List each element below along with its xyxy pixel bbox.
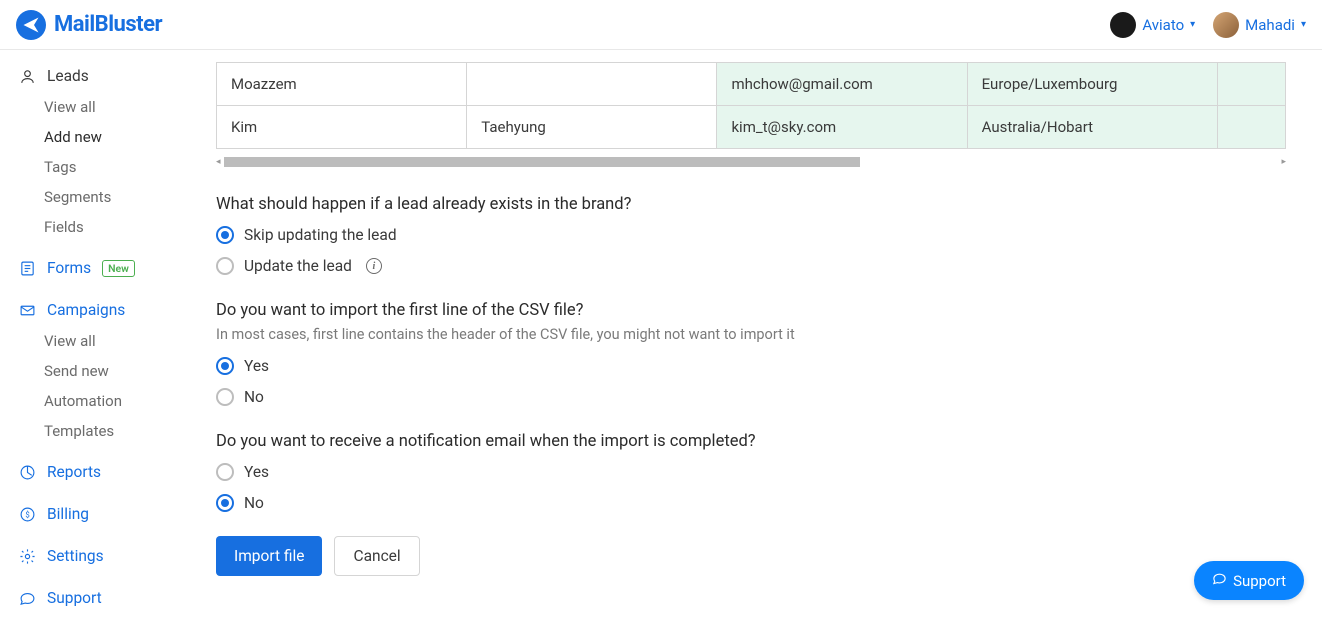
radio-icon — [216, 226, 234, 244]
sidebar-item-campaigns-automation[interactable]: Automation — [0, 386, 192, 416]
form-icon — [18, 259, 36, 277]
scrollbar-thumb[interactable] — [224, 157, 860, 167]
sidebar-item-leads-fields[interactable]: Fields — [0, 212, 192, 242]
brand-logo-icon — [16, 10, 46, 40]
radio-icon — [216, 388, 234, 406]
org-avatar — [1110, 12, 1136, 38]
sidebar-item-campaigns[interactable]: Campaigns — [0, 294, 192, 326]
question-existing-lead: What should happen if a lead already exi… — [216, 195, 1282, 275]
chart-icon — [18, 463, 36, 481]
chevron-down-icon: ▾ — [1190, 19, 1195, 30]
radio-label: Yes — [244, 357, 269, 375]
question-subtitle: In most cases, first line contains the h… — [216, 326, 1282, 343]
radio-notify-no[interactable]: No — [216, 494, 1282, 512]
radio-update-lead[interactable]: Update the lead i — [216, 257, 1282, 275]
radio-firstline-no[interactable]: No — [216, 388, 1282, 406]
sidebar-item-leads-addnew[interactable]: Add new — [0, 122, 192, 152]
brand-logo[interactable]: MailBluster — [16, 10, 162, 40]
user-name: Mahadi — [1245, 16, 1295, 34]
sidebar-label: Billing — [47, 505, 89, 523]
sidebar-item-campaigns-templates[interactable]: Templates — [0, 416, 192, 446]
sidebar-item-billing[interactable]: $ Billing — [0, 498, 192, 530]
cell: Taehyung — [467, 106, 717, 149]
org-switcher[interactable]: Aviato ▾ — [1110, 12, 1195, 38]
question-import-first-line: Do you want to import the first line of … — [216, 301, 1282, 406]
sidebar-label: Support — [47, 589, 102, 607]
radio-label: Yes — [244, 463, 269, 481]
org-name: Aviato — [1142, 16, 1184, 34]
sidebar-item-leads-viewall[interactable]: View all — [0, 92, 192, 122]
sidebar-label: Settings — [47, 547, 104, 565]
sidebar-item-campaigns-sendnew[interactable]: Send new — [0, 356, 192, 386]
envelope-icon — [18, 301, 36, 319]
sidebar-item-settings[interactable]: Settings — [0, 540, 192, 572]
horizontal-scrollbar[interactable]: ◂ ▸ — [216, 155, 1286, 169]
radio-label: Skip updating the lead — [244, 226, 397, 244]
sidebar: Leads View all Add new Tags Segments Fie… — [0, 50, 192, 620]
sidebar-item-campaigns-viewall[interactable]: View all — [0, 326, 192, 356]
import-file-button[interactable]: Import file — [216, 536, 322, 576]
cell: Moazzem — [217, 63, 467, 106]
sidebar-item-forms[interactable]: Forms New — [0, 252, 192, 284]
scroll-right-icon: ▸ — [1281, 157, 1286, 167]
radio-skip-update[interactable]: Skip updating the lead — [216, 226, 1282, 244]
radio-label: No — [244, 494, 264, 512]
user-avatar — [1213, 12, 1239, 38]
sidebar-label: Forms — [47, 259, 91, 277]
preview-table: Moazzem mhchow@gmail.com Europe/Luxembou… — [216, 62, 1286, 149]
dollar-icon: $ — [18, 505, 36, 523]
radio-icon — [216, 357, 234, 375]
radio-firstline-yes[interactable]: Yes — [216, 357, 1282, 375]
user-icon — [18, 67, 36, 85]
sidebar-item-leads[interactable]: Leads — [0, 60, 192, 92]
table-row: Kim Taehyung kim_t@sky.com Australia/Hob… — [217, 106, 1286, 149]
radio-label: No — [244, 388, 264, 406]
sidebar-label: Reports — [47, 463, 101, 481]
cell — [467, 63, 717, 106]
cell: kim_t@sky.com — [717, 106, 967, 149]
cell — [1217, 106, 1285, 149]
sidebar-item-support[interactable]: Support — [0, 582, 192, 614]
sidebar-item-leads-tags[interactable]: Tags — [0, 152, 192, 182]
question-title: Do you want to import the first line of … — [216, 301, 1282, 320]
chat-icon — [18, 589, 36, 607]
main-content: Moazzem mhchow@gmail.com Europe/Luxembou… — [192, 50, 1322, 620]
support-fab-label: Support — [1233, 572, 1286, 590]
sidebar-item-reports[interactable]: Reports — [0, 456, 192, 488]
radio-label: Update the lead — [244, 257, 352, 275]
cell: Europe/Luxembourg — [967, 63, 1217, 106]
user-menu[interactable]: Mahadi ▾ — [1213, 12, 1306, 38]
radio-icon — [216, 257, 234, 275]
sidebar-label: Leads — [47, 67, 89, 85]
gear-icon — [18, 547, 36, 565]
sidebar-item-leads-segments[interactable]: Segments — [0, 182, 192, 212]
info-icon[interactable]: i — [366, 258, 382, 274]
question-title: Do you want to receive a notification em… — [216, 432, 1282, 451]
cell: Kim — [217, 106, 467, 149]
cell: mhchow@gmail.com — [717, 63, 967, 106]
radio-notify-yes[interactable]: Yes — [216, 463, 1282, 481]
table-row: Moazzem mhchow@gmail.com Europe/Luxembou… — [217, 63, 1286, 106]
svg-text:$: $ — [25, 510, 29, 519]
app-header: MailBluster Aviato ▾ Mahadi ▾ — [0, 0, 1322, 50]
scroll-left-icon: ◂ — [216, 157, 221, 167]
question-notification: Do you want to receive a notification em… — [216, 432, 1282, 512]
chat-icon — [1212, 571, 1227, 590]
cell: Australia/Hobart — [967, 106, 1217, 149]
support-fab[interactable]: Support — [1194, 561, 1304, 600]
brand-name: MailBluster — [54, 12, 162, 37]
chevron-down-icon: ▾ — [1301, 19, 1306, 30]
cell — [1217, 63, 1285, 106]
question-title: What should happen if a lead already exi… — [216, 195, 1282, 214]
radio-icon — [216, 463, 234, 481]
cancel-button[interactable]: Cancel — [334, 536, 419, 576]
new-badge: New — [102, 260, 135, 277]
radio-icon — [216, 494, 234, 512]
sidebar-label: Campaigns — [47, 301, 125, 319]
